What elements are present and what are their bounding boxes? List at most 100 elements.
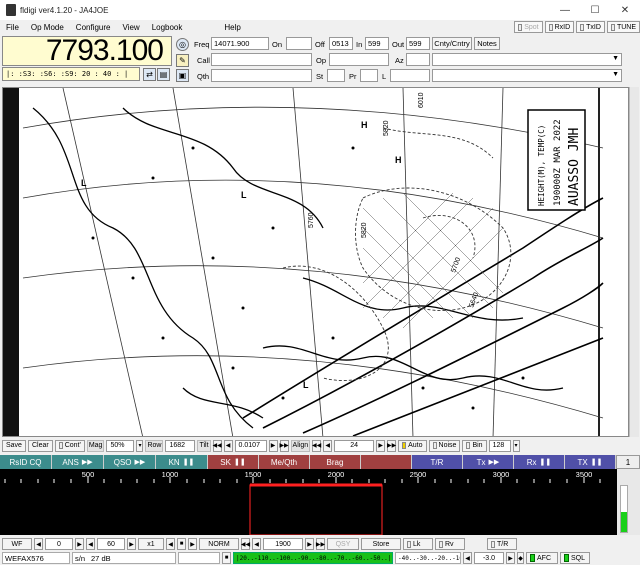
align-up-icon[interactable]: ▶ — [376, 439, 386, 452]
qth-field[interactable] — [211, 69, 312, 82]
globe-icon[interactable]: ◎ — [176, 38, 189, 51]
waterfall-display[interactable] — [0, 483, 617, 536]
shift-left-icon[interactable]: ◀ — [166, 538, 175, 550]
macro-qso[interactable]: QSO ▶▶ — [104, 455, 156, 469]
lock-toggle[interactable]: Lk — [403, 538, 433, 550]
txid-toggle[interactable]: TxID — [576, 21, 605, 33]
fax-scrollbar[interactable] — [629, 87, 639, 437]
reverse-toggle[interactable]: Rv — [435, 538, 465, 550]
notes-button[interactable]: Notes — [474, 37, 500, 50]
afc-toggle[interactable]: AFC — [526, 552, 558, 564]
swap-icon[interactable]: ⇄ — [143, 68, 156, 81]
locator-field[interactable] — [390, 69, 430, 82]
macro-bank-button[interactable]: 1 — [616, 455, 640, 469]
rst-out-field[interactable]: 599 — [406, 37, 430, 50]
save-button[interactable]: Save — [2, 439, 26, 452]
align-down-icon[interactable]: ◀ — [323, 439, 333, 452]
carrier-freq-field[interactable]: 1900 — [263, 538, 303, 550]
tilt-up-icon[interactable]: ▶ — [268, 439, 278, 452]
carrier-fast-down-icon[interactable]: ◀◀ — [241, 538, 250, 550]
menu-file[interactable]: File — [0, 23, 25, 32]
lower-up-icon[interactable]: ▶ — [75, 538, 84, 550]
align-fast-up-icon[interactable]: ▶▶ — [387, 439, 396, 452]
macro-rsid-cq[interactable]: RsID CQ — [0, 455, 52, 469]
carrier-up-icon[interactable]: ▶ — [305, 538, 314, 550]
clear-button[interactable]: Clear — [27, 439, 53, 452]
freq-field[interactable]: 14071.900 — [211, 37, 269, 50]
tilt-fast-up-icon[interactable]: ▶▶ — [279, 439, 289, 452]
mag-dropdown-icon[interactable]: ▾ — [136, 439, 144, 452]
macro-tx[interactable]: Tx ▶▶ — [463, 455, 514, 469]
macro-sk[interactable]: SK ❚❚ — [208, 455, 259, 469]
noise-toggle[interactable]: Noise — [428, 439, 461, 452]
memory-icon[interactable]: ▤ — [157, 68, 170, 81]
center-icon[interactable]: ■ — [177, 538, 186, 550]
call-field[interactable] — [211, 53, 312, 66]
speed-button[interactable]: NORM — [199, 538, 239, 550]
menu-op-mode[interactable]: Op Mode — [25, 23, 70, 32]
rxid-toggle[interactable]: RxID — [544, 21, 575, 33]
upper-down-icon[interactable]: ◀ — [86, 538, 95, 550]
frequency-display[interactable]: 7793.100 — [2, 34, 172, 67]
macro-empty[interactable] — [361, 455, 412, 469]
upper-up-icon[interactable]: ▶ — [127, 538, 136, 550]
qsy-button[interactable]: QSY — [327, 538, 359, 550]
macro-brag[interactable]: Brag — [310, 455, 361, 469]
shift-right-icon[interactable]: ▶ — [188, 538, 197, 550]
wf-mode-button[interactable]: WF — [2, 538, 32, 550]
country-dropdown[interactable] — [432, 53, 622, 66]
macro-tr[interactable]: T/R — [412, 455, 463, 469]
macro-kn[interactable]: KN ❚❚ — [156, 455, 208, 469]
country-button[interactable]: Cnty/Cntry — [432, 37, 472, 50]
op-field[interactable] — [329, 53, 389, 66]
bin-dropdown-icon[interactable]: ▾ — [512, 439, 520, 452]
menu-logbook[interactable]: Logbook — [146, 23, 189, 32]
macro-tx-2[interactable]: TX ❚❚ — [565, 455, 616, 469]
carrier-fast-up-icon[interactable]: ▶▶ — [316, 538, 325, 550]
auto-toggle[interactable]: Auto — [398, 439, 427, 452]
stop-icon[interactable]: ■ — [222, 552, 231, 564]
align-fast-down-icon[interactable]: ◀◀ — [312, 439, 321, 452]
macro-ans[interactable]: ANS ▶▶ — [52, 455, 104, 469]
mode-indicator[interactable]: WEFAX576 — [2, 552, 70, 564]
continuous-toggle[interactable]: Cont' — [54, 439, 85, 452]
upper-level-field[interactable]: 60 — [97, 538, 125, 550]
minimize-button[interactable]: — — [550, 0, 580, 20]
az-field[interactable] — [406, 53, 430, 66]
off-time-field[interactable]: 0513 — [329, 37, 353, 50]
offset-field[interactable]: -3.0 — [474, 552, 504, 564]
store-button[interactable]: Store — [361, 538, 401, 550]
offset-down-icon[interactable]: ◀ — [463, 552, 472, 564]
spot-toggle[interactable]: Spot — [514, 21, 543, 33]
tilt-field[interactable]: 0.0107 — [234, 439, 267, 452]
province-field[interactable] — [360, 69, 378, 82]
squelch-toggle[interactable]: SQL — [560, 552, 590, 564]
save-log-icon[interactable]: ▣ — [176, 69, 189, 82]
bin-field[interactable]: 128 — [488, 439, 511, 452]
row-field[interactable]: 1682 — [165, 439, 196, 452]
lower-level-field[interactable]: 0 — [45, 538, 73, 550]
bin-toggle[interactable]: Bin — [462, 439, 487, 452]
tr-toggle[interactable]: T/R — [487, 538, 517, 550]
macro-me-qth[interactable]: Me/Qth — [259, 455, 310, 469]
maximize-button[interactable]: ☐ — [580, 0, 610, 20]
rst-in-field[interactable]: 599 — [365, 37, 389, 50]
on-time-field[interactable] — [286, 37, 312, 50]
lower-down-icon[interactable]: ◀ — [34, 538, 43, 550]
state-field[interactable] — [327, 69, 345, 82]
menu-help[interactable]: Help — [218, 23, 246, 32]
carrier-down-icon[interactable]: ◀ — [252, 538, 261, 550]
clean-log-icon[interactable]: ✎ — [176, 54, 189, 67]
tilt-fast-down-icon[interactable]: ◀◀ — [212, 439, 222, 452]
notes-dropdown[interactable] — [432, 69, 622, 82]
zoom-button[interactable]: x1 — [138, 538, 164, 550]
tune-toggle[interactable]: TUNE — [606, 21, 640, 33]
menu-configure[interactable]: Configure — [70, 23, 117, 32]
offset-up-icon[interactable]: ▶ — [506, 552, 515, 564]
close-button[interactable]: ✕ — [610, 0, 640, 20]
mag-select[interactable]: 50% — [106, 439, 135, 452]
align-field[interactable]: 24 — [334, 439, 375, 452]
tilt-down-icon[interactable]: ◀ — [223, 439, 233, 452]
macro-rx[interactable]: Rx ❚❚ — [514, 455, 565, 469]
menu-view[interactable]: View — [116, 23, 145, 32]
